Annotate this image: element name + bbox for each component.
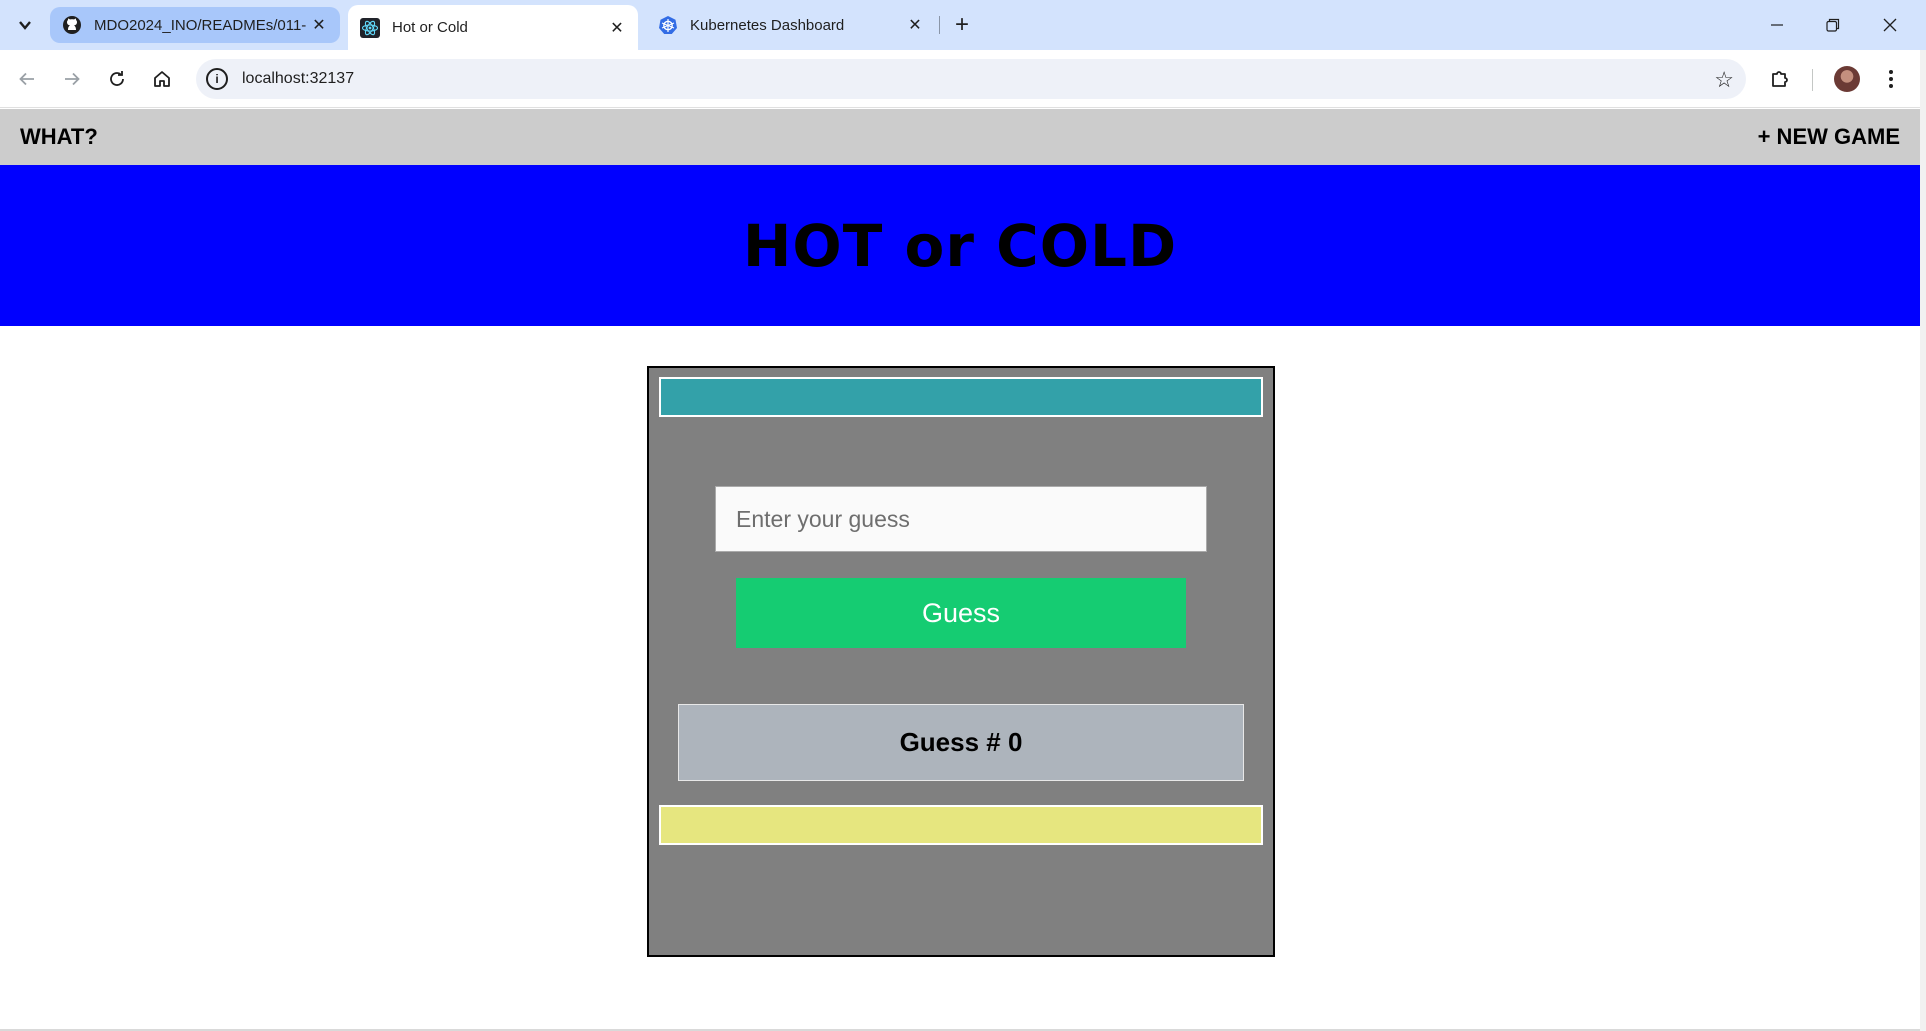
- kubernetes-icon: [658, 15, 678, 35]
- new-tab-button[interactable]: +: [948, 11, 976, 39]
- bookmark-star-icon[interactable]: ☆: [1714, 67, 1734, 93]
- browser-tab[interactable]: Kubernetes Dashboard ✕: [646, 7, 936, 43]
- extensions-button[interactable]: [1763, 62, 1797, 96]
- menu-button[interactable]: [1874, 62, 1908, 96]
- game-panel: Guess Guess # 0: [647, 366, 1275, 957]
- tab-title: Hot or Cold: [392, 19, 468, 36]
- forward-arrow-icon: [65, 72, 80, 86]
- puzzle-icon: [1772, 71, 1788, 87]
- app-nav-bar: WHAT? + NEW GAME: [0, 109, 1920, 165]
- toolbar-divider: [1812, 69, 1813, 91]
- tab-search-button[interactable]: [8, 10, 42, 40]
- home-button[interactable]: [145, 62, 179, 96]
- back-arrow-icon: [19, 72, 34, 86]
- reload-icon: [110, 71, 124, 86]
- minimize-icon: [1771, 24, 1783, 26]
- close-window-button[interactable]: [1862, 0, 1918, 50]
- react-icon: [360, 17, 380, 38]
- guess-button[interactable]: Guess: [736, 578, 1186, 648]
- restore-icon: [1826, 18, 1840, 32]
- browser-toolbar: i localhost:32137 ☆: [0, 50, 1926, 108]
- page-title: HOT or COLD: [742, 211, 1178, 280]
- browser-tab[interactable]: MDO2024_INO/READMEs/011- ✕: [50, 7, 340, 43]
- site-info-icon[interactable]: i: [206, 68, 228, 90]
- guess-input[interactable]: [715, 486, 1207, 552]
- guess-history-bar: [659, 805, 1263, 845]
- restore-button[interactable]: [1805, 0, 1861, 50]
- profile-avatar[interactable]: [1834, 66, 1860, 92]
- url-text: localhost:32137: [242, 70, 355, 87]
- plus-icon: +: [954, 11, 969, 38]
- close-icon[interactable]: ✕: [608, 19, 626, 37]
- title-banner: HOT or COLD: [0, 165, 1920, 326]
- browser-tab-active[interactable]: Hot or Cold ✕: [348, 5, 638, 50]
- chevron-down-icon: [19, 21, 31, 30]
- tab-title: MDO2024_INO/READMEs/011-: [94, 16, 307, 34]
- minimize-button[interactable]: [1749, 0, 1805, 50]
- what-link[interactable]: WHAT?: [20, 124, 98, 150]
- scrollbar[interactable]: [1920, 50, 1926, 1031]
- back-button[interactable]: [10, 62, 44, 96]
- tab-divider: [939, 16, 940, 34]
- forward-button[interactable]: [55, 62, 89, 96]
- more-vertical-icon: [1889, 70, 1893, 88]
- close-icon[interactable]: ✕: [906, 16, 924, 34]
- tab-strip: MDO2024_INO/READMEs/011- ✕ Hot or Cold ✕…: [0, 0, 1926, 50]
- new-game-link[interactable]: + NEW GAME: [1758, 124, 1900, 150]
- guess-counter: Guess # 0: [678, 704, 1244, 781]
- home-icon: [154, 71, 170, 87]
- tab-title: Kubernetes Dashboard: [690, 16, 845, 34]
- close-icon[interactable]: ✕: [310, 16, 328, 34]
- reload-button[interactable]: [100, 62, 134, 96]
- feedback-bar: [659, 377, 1263, 417]
- github-icon: [62, 15, 82, 35]
- close-icon: [1883, 18, 1897, 32]
- address-bar[interactable]: i localhost:32137 ☆: [196, 59, 1746, 99]
